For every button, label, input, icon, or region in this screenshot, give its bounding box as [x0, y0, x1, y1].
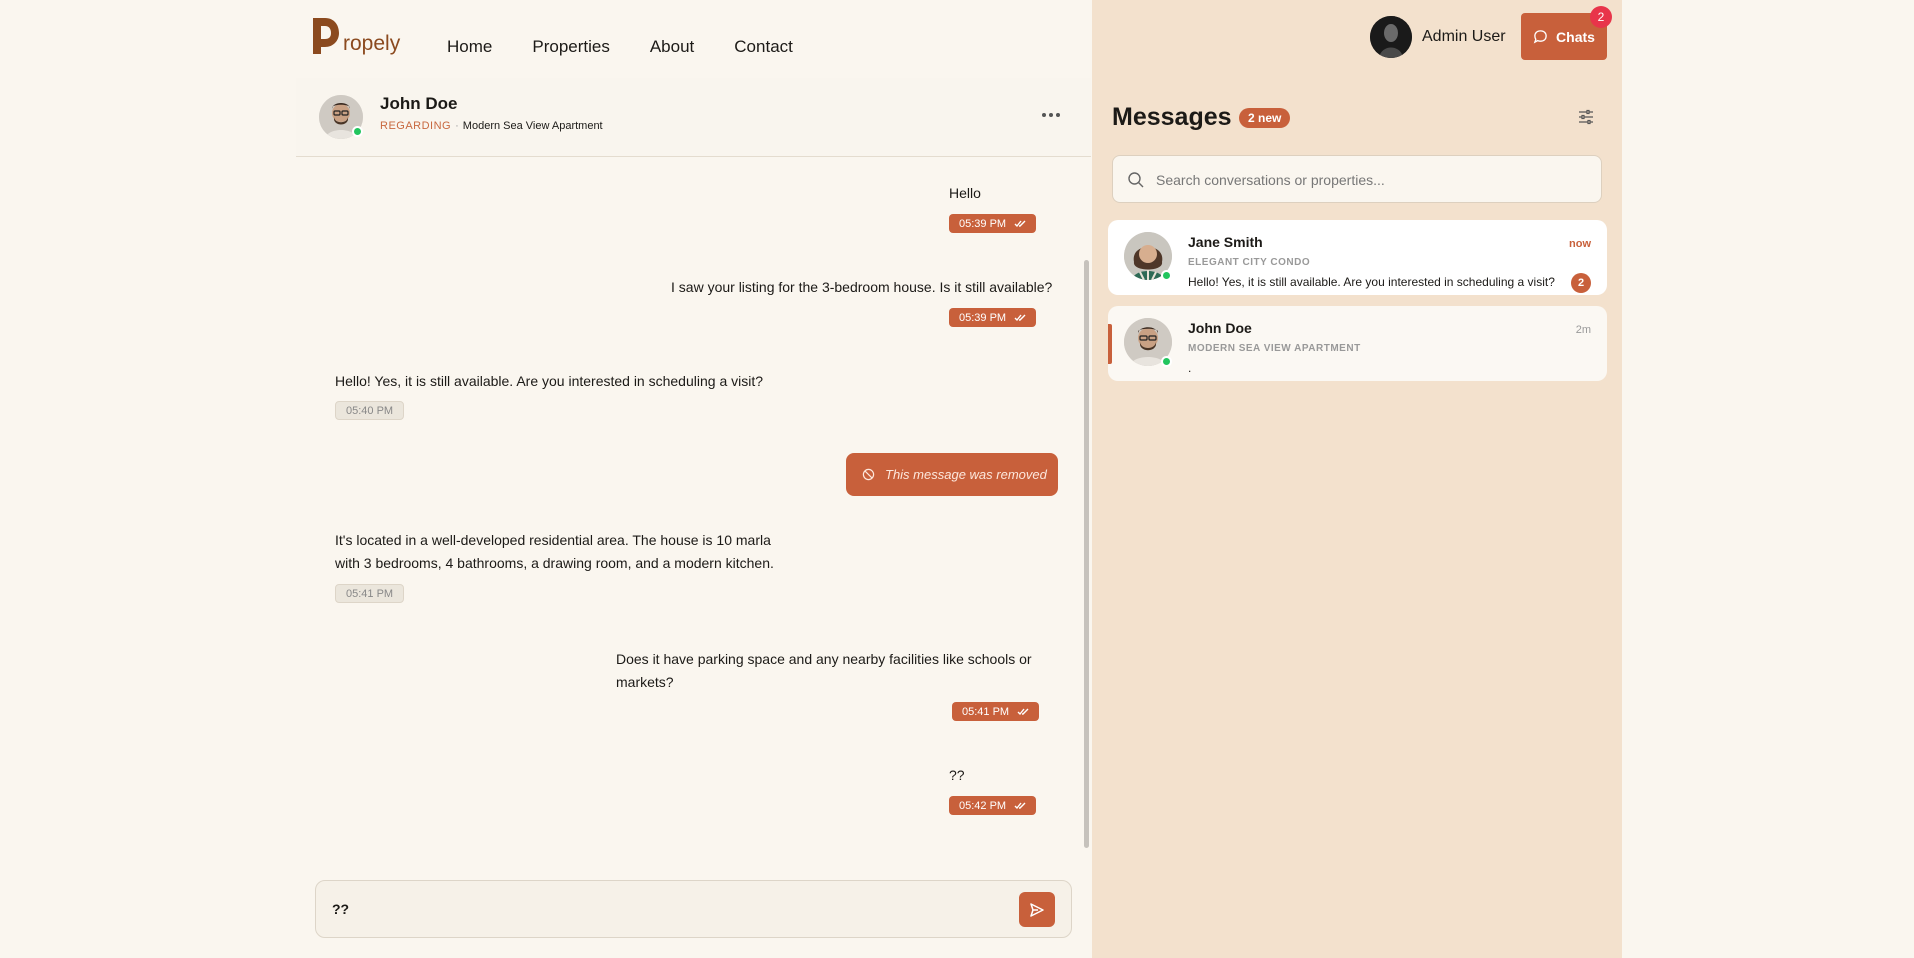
conversation-time: now	[1569, 238, 1591, 250]
nav-properties[interactable]: Properties	[532, 37, 609, 57]
online-indicator	[352, 126, 363, 137]
nav-about[interactable]: About	[650, 37, 694, 57]
main-nav: Home Properties About Contact	[447, 37, 793, 57]
active-indicator	[1108, 324, 1112, 364]
conversation-search	[1112, 155, 1602, 203]
brand-logo[interactable]: ropely	[311, 16, 400, 56]
conversation-item-jane-smith[interactable]: Jane Smith ELEGANT CITY CONDO Hello! Yes…	[1108, 220, 1607, 295]
message-outgoing: ??	[949, 767, 965, 783]
conversation-item-john-doe[interactable]: John Doe MODERN SEA VIEW APARTMENT . 2m	[1108, 306, 1607, 381]
read-check-icon	[1017, 708, 1029, 715]
conversation-preview: Hello! Yes, it is still available. Are y…	[1188, 275, 1555, 289]
chat-header: John Doe REGARDING · Modern Sea View Apart…	[296, 78, 1091, 157]
filter-icon[interactable]	[1578, 109, 1594, 125]
chat-bubble-icon	[1533, 30, 1547, 44]
more-options-icon[interactable]	[1036, 100, 1066, 130]
new-count-badge: 2 new	[1239, 108, 1291, 128]
message-timestamp: 05:39 PM	[949, 214, 1037, 233]
message-timestamp: 05:42 PM	[949, 796, 1037, 815]
regarding-label: REGARDING	[380, 120, 452, 132]
conversation-property: MODERN SEA VIEW APARTMENT	[1188, 343, 1361, 354]
send-button[interactable]	[1019, 892, 1055, 927]
search-icon	[1127, 171, 1145, 189]
blocked-icon	[862, 468, 875, 481]
message-timestamp: 05:41 PM	[335, 584, 405, 603]
regarding-property[interactable]: Modern Sea View Apartment	[463, 120, 603, 132]
message-timestamp: 05:40 PM	[335, 401, 405, 420]
message-incoming: It's located in a well-developed residen…	[335, 532, 774, 571]
messages-title: Messages	[1112, 103, 1232, 131]
message-composer[interactable]: ??	[315, 880, 1072, 938]
conversation-preview: .	[1188, 361, 1192, 375]
brand-name: ropely	[343, 32, 401, 55]
chats-count-badge: 2	[1590, 6, 1612, 28]
unread-badge: 2	[1571, 273, 1591, 293]
messages-sidebar	[1092, 0, 1622, 958]
message-timestamp: 05:39 PM	[949, 308, 1037, 327]
logo-mark-icon	[311, 16, 341, 56]
message-outgoing: I saw your listing for the 3-bedroom hou…	[671, 279, 1053, 295]
contact-name: John Doe	[380, 94, 458, 113]
admin-profile[interactable]: Admin User	[1370, 16, 1506, 58]
composer-input[interactable]: ??	[332, 901, 349, 917]
nav-contact[interactable]: Contact	[734, 37, 793, 57]
online-indicator	[1161, 356, 1172, 367]
send-icon	[1030, 902, 1044, 917]
removed-message: This message was removed	[846, 453, 1058, 496]
online-indicator	[1161, 270, 1172, 281]
read-check-icon	[1014, 220, 1026, 227]
message-outgoing: Does it have parking space and any nearb…	[616, 651, 1032, 690]
messages-scrollbar[interactable]	[1084, 260, 1089, 848]
regarding-line: REGARDING · Modern Sea View Apartment	[380, 120, 603, 132]
conversation-name: John Doe	[1188, 320, 1252, 336]
conversation-time: 2m	[1575, 324, 1591, 336]
conversation-name: Jane Smith	[1188, 234, 1263, 250]
admin-name: Admin User	[1422, 28, 1506, 45]
search-input[interactable]	[1156, 169, 1586, 191]
message-outgoing: Hello	[949, 185, 981, 201]
page-margin-right	[1622, 0, 1914, 958]
read-check-icon	[1014, 314, 1026, 321]
read-check-icon	[1014, 802, 1026, 809]
conversation-property: ELEGANT CITY CONDO	[1188, 257, 1311, 268]
message-timestamp: 05:41 PM	[952, 702, 1040, 721]
message-incoming: Hello! Yes, it is still available. Are y…	[335, 373, 764, 389]
admin-avatar	[1370, 16, 1412, 58]
nav-home[interactable]: Home	[447, 37, 492, 57]
